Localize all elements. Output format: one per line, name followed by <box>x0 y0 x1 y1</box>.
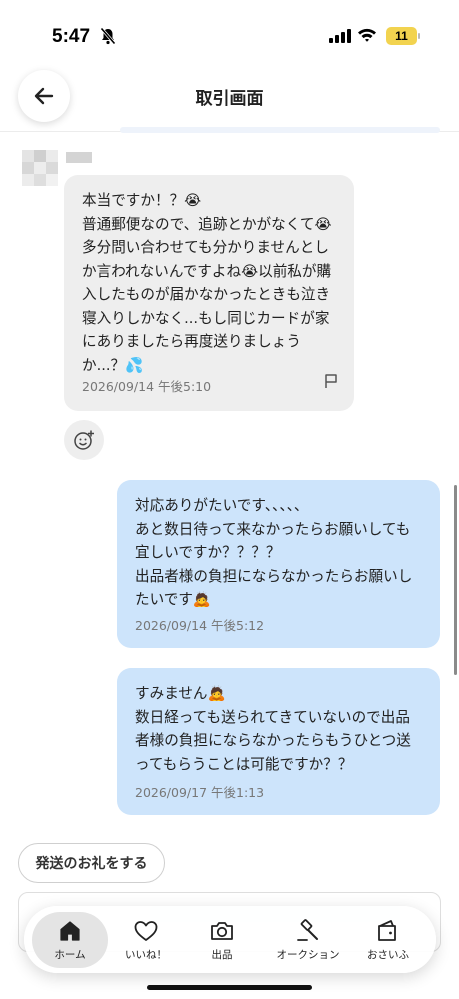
scrollbar[interactable] <box>454 485 457 675</box>
message-bubble-outgoing: すみません🙇 数日経っても送られてきていないので出品者様の負担にならなかったらも… <box>117 668 440 815</box>
battery-icon: 11 <box>386 27 417 45</box>
nav-item-home[interactable]: ホーム <box>32 912 108 968</box>
avatar[interactable] <box>22 150 58 188</box>
message-timestamp: 2026/09/14 午後5:12 <box>135 618 265 633</box>
nav-label: オークション <box>276 948 340 961</box>
wallet-icon <box>378 919 396 941</box>
bell-slash-icon <box>100 27 116 45</box>
home-indicator <box>147 985 312 990</box>
message-bubble-outgoing: 対応ありがたいです、、、、、 あと数日待って来なかったらお願いしても宜しいですか… <box>117 480 440 648</box>
nav-item-auction[interactable]: オークション <box>268 912 348 968</box>
nav-label: 出品 <box>211 948 233 961</box>
emoji-add-icon <box>74 430 94 450</box>
nav-item-sell[interactable]: 出品 <box>184 912 260 968</box>
nav-item-wallet[interactable]: おさいふ <box>350 912 426 968</box>
message-timestamp: 2026/09/17 午後1:13 <box>135 785 265 800</box>
header-shadow <box>120 127 440 133</box>
message-bubble-incoming: 本当ですか！？😭 普通郵便なので、追跡とかがなくて😭多分問い合わせても分かりませ… <box>64 175 354 411</box>
user-name-blurred <box>66 152 92 163</box>
nav-label: おさいふ <box>367 948 409 961</box>
cellular-signal-icon <box>329 29 351 43</box>
report-flag-icon[interactable] <box>324 373 338 389</box>
battery-tip <box>418 33 420 39</box>
camera-icon <box>211 921 233 940</box>
add-reaction-button[interactable] <box>64 420 104 460</box>
bottom-nav: ホーム いいね！ 出品 オークション おさいふ <box>24 906 436 973</box>
nav-label: ホーム <box>54 948 86 961</box>
status-bar: 5:47 11 <box>0 0 459 70</box>
header: 取引画面 <box>0 70 459 132</box>
shipping-thanks-button[interactable]: 発送のお礼をする <box>18 843 165 883</box>
page-title: 取引画面 <box>195 89 264 109</box>
message-text: すみません🙇 数日経っても送られてきていないので出品者様の負担にならなかったらも… <box>135 685 411 773</box>
status-time: 5:47 <box>52 26 91 47</box>
message-text: 対応ありがたいです、、、、、 あと数日待って来なかったらお願いしても宜しいですか… <box>135 497 413 608</box>
nav-item-likes[interactable]: いいね！ <box>108 912 184 968</box>
battery-level: 11 <box>395 29 408 43</box>
message-timestamp: 2026/09/14 午後5:10 <box>82 379 212 394</box>
heart-icon <box>134 920 158 941</box>
gavel-icon <box>297 918 318 941</box>
nav-label: いいね！ <box>125 948 167 961</box>
message-text: 本当ですか！？😭 普通郵便なので、追跡とかがなくて😭多分問い合わせても分かりませ… <box>82 192 332 374</box>
wifi-icon <box>358 28 376 42</box>
home-icon <box>60 920 80 941</box>
